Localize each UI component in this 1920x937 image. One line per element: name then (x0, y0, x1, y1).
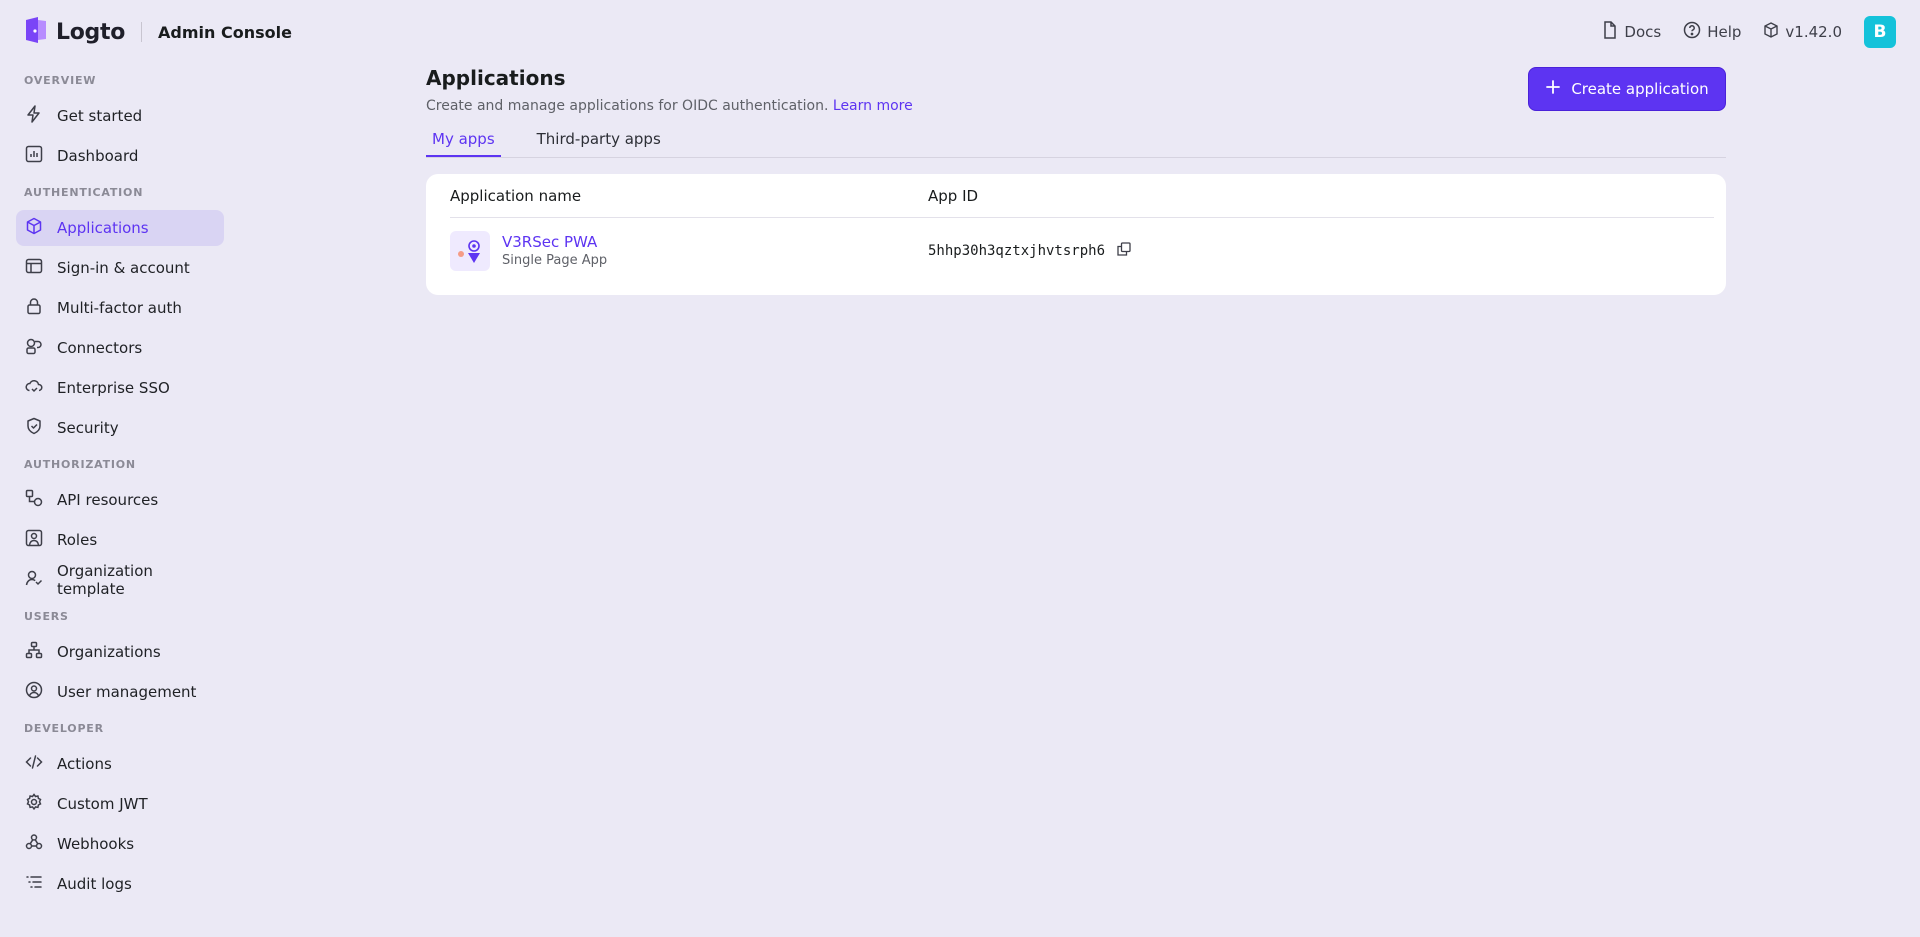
sidebar-item-connectors[interactable]: Connectors (16, 330, 224, 366)
plus-icon (1545, 79, 1561, 99)
sidebar-item-enterprise-sso[interactable]: Enterprise SSO (16, 370, 224, 406)
help-icon (1683, 21, 1701, 43)
sidebar-item-label: Security (57, 419, 119, 437)
version-label: v1.42.0 (1785, 23, 1842, 41)
window-icon (25, 257, 43, 279)
sidebar-item-sign-in-account[interactable]: Sign-in & account (16, 250, 224, 286)
subtitle-text: Create and manage applications for OIDC … (426, 98, 829, 114)
docs-label: Docs (1624, 23, 1662, 41)
shield-icon (25, 417, 43, 439)
table-row[interactable]: V3RSec PWA Single Page App 5hhp30h3qztxj… (450, 218, 1714, 283)
cloud-icon (25, 377, 43, 399)
sidebar-item-label: Webhooks (57, 835, 135, 853)
application-cell: V3RSec PWA Single Page App (450, 230, 928, 271)
column-header-app-id: App ID (928, 186, 979, 205)
tab-my-apps[interactable]: My apps (426, 126, 501, 157)
learn-more-link[interactable]: Learn more (833, 98, 913, 114)
sidebar-item-label: Get started (57, 107, 143, 125)
bolt-icon (25, 105, 43, 127)
sidebar-item-label: Organizations (57, 643, 161, 661)
sidebar-item-api-resources[interactable]: API resources (16, 482, 224, 518)
tab-bar: My apps Third-party apps (426, 126, 1726, 158)
org-icon (25, 641, 43, 663)
sidebar-item-label: Dashboard (57, 147, 139, 165)
sidebar-item-label: Sign-in & account (57, 259, 190, 277)
section-title-authorization: AUTHORIZATION (24, 458, 136, 471)
chart-icon (25, 145, 43, 167)
column-header-application-name: Application name (450, 186, 582, 205)
app-id-cell: 5hhp30h3qztxjhvtsrph6 (928, 241, 1131, 260)
sidebar-item-get-started[interactable]: Get started (16, 98, 224, 134)
code-icon (25, 753, 43, 775)
sidebar-item-custom-jwt[interactable]: Custom JWT (16, 786, 224, 822)
sidebar-item-applications[interactable]: Applications (16, 210, 224, 246)
sidebar-item-webhooks[interactable]: Webhooks (16, 826, 224, 862)
create-application-button[interactable]: Create application (1528, 67, 1726, 111)
applications-table: Application name App ID V3RSec PWA Singl… (426, 174, 1726, 295)
sidebar-item-multi-factor-auth[interactable]: Multi-factor auth (16, 290, 224, 326)
sidebar-item-label: Organization template (57, 562, 153, 598)
sidebar-item-security[interactable]: Security (16, 410, 224, 446)
console-title: Admin Console (158, 22, 292, 42)
sidebar-item-label: User management (57, 683, 197, 701)
webhook-icon (25, 833, 43, 855)
help-link[interactable]: Help (1683, 21, 1741, 43)
logo-text: Logto (56, 19, 126, 45)
sidebar-item-label: Actions (57, 755, 112, 773)
table-header: Application name App ID (450, 174, 1714, 218)
gear-icon (25, 793, 43, 815)
logto-logo-icon (24, 16, 48, 48)
cube-icon (25, 217, 43, 239)
help-label: Help (1707, 23, 1742, 41)
brand-divider (141, 22, 143, 42)
sidebar-item-user-management[interactable]: User management (16, 674, 224, 710)
app-id-value: 5hhp30h3qztxjhvtsrph6 (928, 242, 1106, 259)
logo[interactable]: Logto (24, 16, 125, 48)
lock-icon (25, 297, 43, 319)
api-icon (25, 489, 43, 511)
sidebar-item-label: Custom JWT (57, 795, 148, 813)
docs-link[interactable]: Docs (1602, 21, 1661, 43)
section-title-users: USERS (24, 610, 69, 623)
section-title-authentication: AUTHENTICATION (24, 186, 144, 199)
tab-third-party-apps[interactable]: Third-party apps (531, 126, 667, 157)
create-application-label: Create application (1571, 80, 1709, 98)
sidebar-item-label: Connectors (57, 339, 143, 357)
application-name-link[interactable]: V3RSec PWA (502, 233, 607, 251)
avatar[interactable]: B (1864, 16, 1896, 48)
sidebar-item-audit-logs[interactable]: Audit logs (16, 866, 224, 902)
single-page-app-icon (450, 230, 490, 271)
top-bar: Logto Admin Console Docs Help v1.42.0 B (0, 0, 1920, 64)
package-icon (1763, 22, 1779, 42)
main-content: Applications Create and manage applicati… (426, 64, 1726, 295)
sidebar-item-label: Roles (57, 531, 98, 549)
sidebar-item-label: Enterprise SSO (57, 379, 170, 397)
version-badge[interactable]: v1.42.0 (1763, 22, 1842, 42)
user-check-icon (25, 569, 43, 591)
user-circle-icon (25, 681, 43, 703)
document-icon (1602, 21, 1618, 43)
sidebar-item-label: Audit logs (57, 875, 132, 893)
sidebar-item-organizations[interactable]: Organizations (16, 634, 224, 670)
copy-icon[interactable] (1117, 241, 1131, 260)
section-title-overview: OVERVIEW (24, 74, 97, 87)
sidebar-item-label: API resources (57, 491, 159, 509)
sidebar-item-organization-template[interactable]: Organization template (16, 562, 224, 598)
application-type: Single Page App (502, 253, 608, 268)
sidebar-item-label: Applications (57, 219, 149, 237)
role-icon (25, 529, 43, 551)
sidebar-item-label: Multi-factor auth (57, 299, 182, 317)
sidebar-item-roles[interactable]: Roles (16, 522, 224, 558)
section-title-developer: DEVELOPER (24, 722, 104, 735)
sidebar: OVERVIEW Get started Dashboard AUTHENTIC… (16, 64, 224, 906)
list-icon (25, 873, 43, 895)
connector-icon (25, 337, 43, 359)
sidebar-item-actions[interactable]: Actions (16, 746, 224, 782)
sidebar-item-dashboard[interactable]: Dashboard (16, 138, 224, 174)
